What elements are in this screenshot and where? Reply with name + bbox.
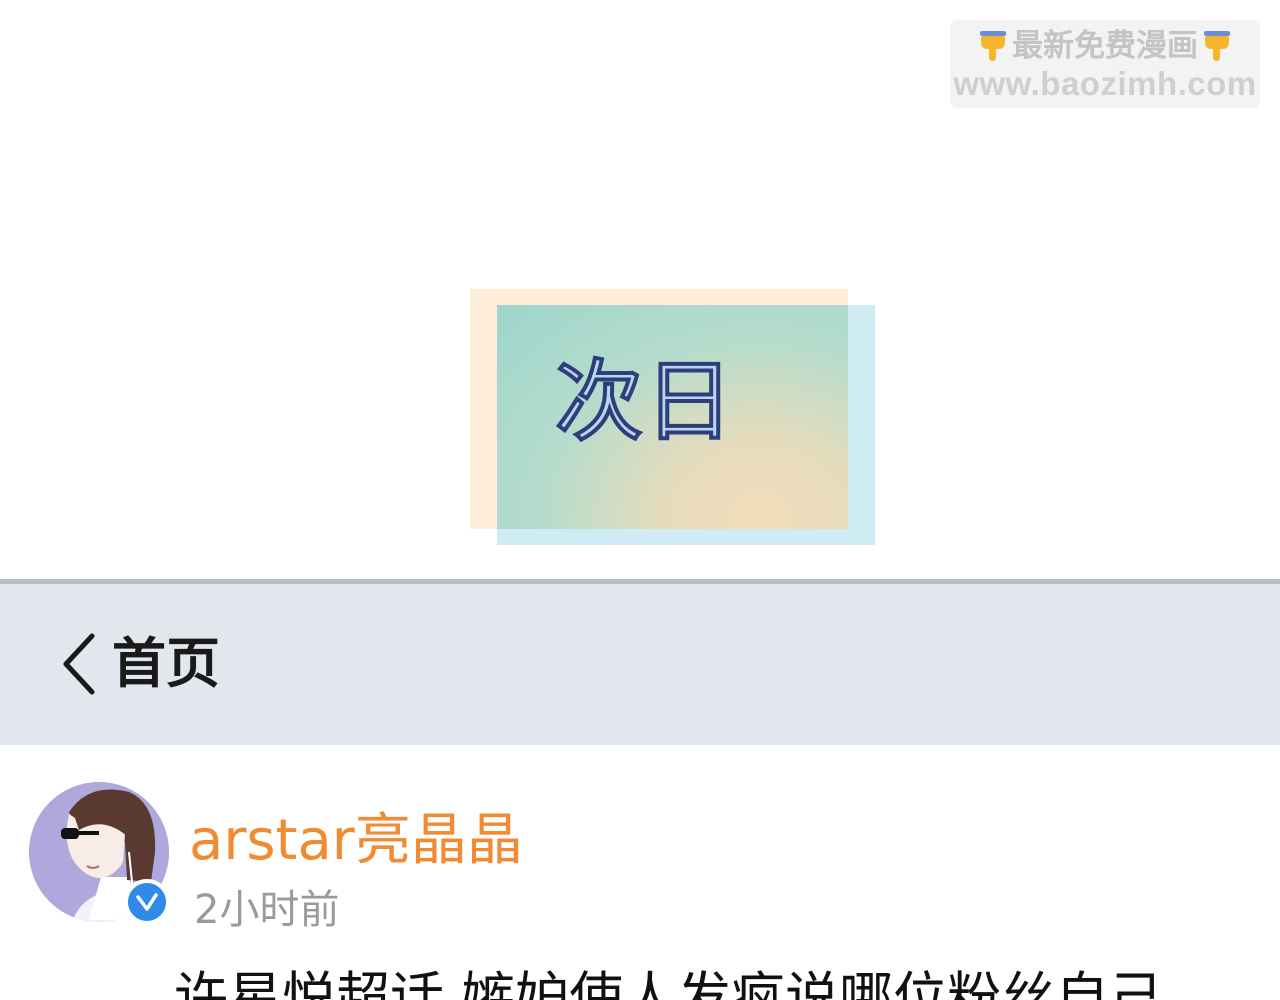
pointing-down-hand-icon <box>1204 31 1230 61</box>
back-button[interactable]: 首页 <box>58 624 220 704</box>
top-nav-bar: 首页 <box>0 584 1280 745</box>
watermark-url: www.baozimh.com <box>953 65 1257 102</box>
post-timestamp: 2小时前 <box>194 887 340 933</box>
post-username[interactable]: arstar亮晶晶 <box>189 807 523 875</box>
back-button-label: 首页 <box>112 632 220 695</box>
scene-card-title: 次日 <box>553 350 736 454</box>
site-watermark: 最新免费漫画 www.baozimh.com <box>950 20 1260 108</box>
chevron-left-icon <box>63 633 95 695</box>
verified-check-icon <box>124 879 170 925</box>
watermark-slogan: 最新免费漫画 <box>1012 28 1198 64</box>
comic-page: 最新免费漫画 www.baozimh.com 次日 首页 arstar亮晶晶 2… <box>0 0 1280 1000</box>
pointing-down-hand-icon <box>980 31 1006 61</box>
post-card: arstar亮晶晶 2小时前 许星悦超话 嫉妒使人发疯说哪位粉丝自己 <box>0 745 1280 1000</box>
post-text: 许星悦超话 嫉妒使人发疯说哪位粉丝自己 <box>174 966 1164 1000</box>
watermark-top-line: 最新免费漫画 <box>950 26 1260 66</box>
